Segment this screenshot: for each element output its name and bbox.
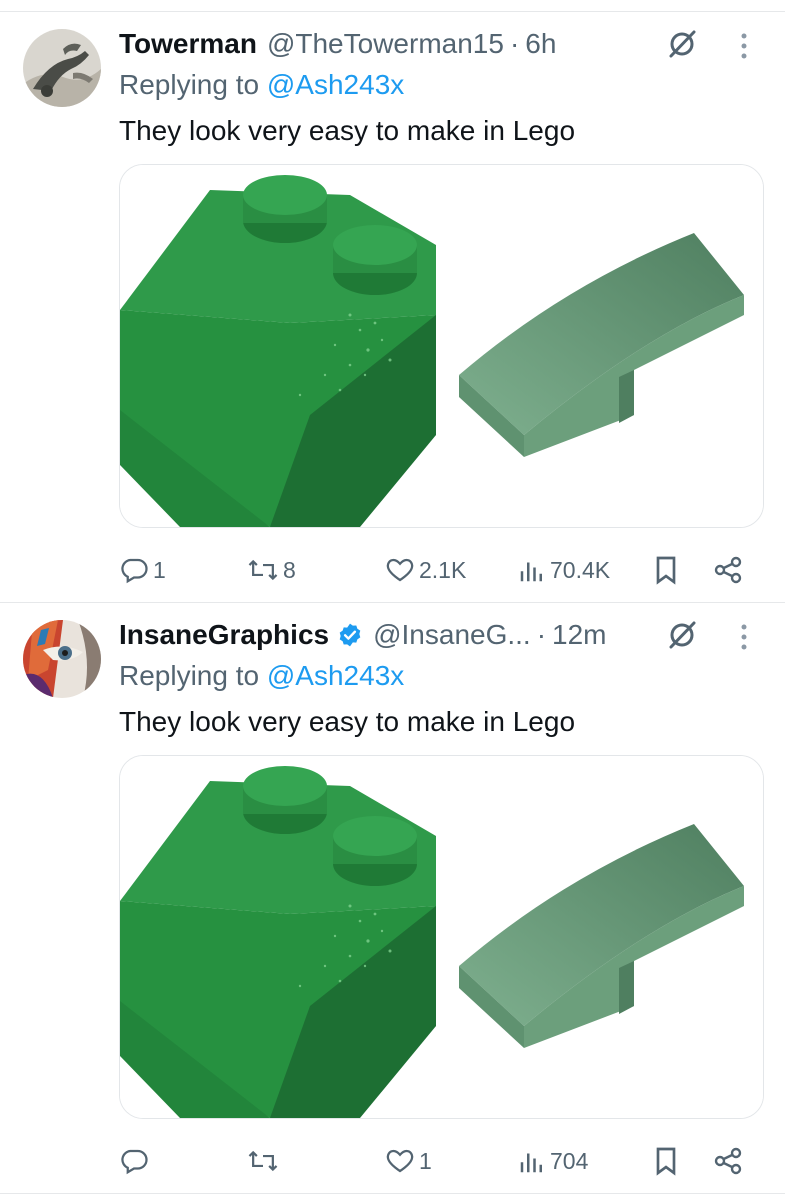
media-image-curved-tile[interactable]	[444, 756, 763, 1118]
avatar-insanegraphics[interactable]	[23, 620, 101, 698]
replying-to-line: Replying to @Ash243x	[119, 69, 404, 101]
tweet-header: InsaneGraphics @InsaneG... · 12m	[119, 618, 607, 652]
retweet-icon	[248, 559, 278, 581]
share-icon	[714, 556, 742, 584]
replying-to-line: Replying to @Ash243x	[119, 660, 404, 692]
media-image-curved-tile[interactable]	[444, 165, 763, 527]
media-image-slope-brick[interactable]	[120, 165, 436, 527]
author-handle[interactable]: @InsaneG...	[373, 619, 531, 651]
reply-mention-link[interactable]: @Ash243x	[267, 660, 404, 691]
reply-count: 1	[153, 556, 166, 583]
retweet-button[interactable]	[247, 1139, 283, 1183]
share-button[interactable]	[712, 548, 744, 592]
bookmark-icon	[656, 1147, 676, 1176]
grok-icon[interactable]	[667, 620, 697, 650]
replying-label: Replying to	[119, 660, 260, 691]
timestamp[interactable]: 6h	[525, 28, 556, 60]
views-button[interactable]: 704	[518, 1139, 588, 1183]
author-handle[interactable]: @TheTowerman15	[267, 28, 504, 60]
media-gap	[436, 756, 444, 1118]
action-bar: 1 704	[0, 1139, 785, 1183]
media-gap	[436, 165, 444, 527]
views-chart-icon	[520, 1153, 542, 1173]
tweet-media[interactable]	[119, 164, 764, 528]
author-name[interactable]: InsaneGraphics	[119, 619, 329, 651]
like-count: 1	[419, 1147, 432, 1174]
replying-label: Replying to	[119, 69, 260, 100]
tweet-media[interactable]	[119, 755, 764, 1119]
retweet-button[interactable]: 8	[247, 548, 296, 592]
views-count: 704	[550, 1147, 589, 1174]
reply-button[interactable]: 1	[119, 548, 166, 592]
share-icon	[714, 1147, 742, 1175]
retweet-icon	[248, 1150, 278, 1172]
bookmark-icon	[656, 556, 676, 585]
share-button[interactable]	[712, 1139, 744, 1183]
like-count: 2.1K	[419, 556, 467, 583]
timestamp[interactable]: 12m	[552, 619, 606, 651]
heart-icon	[386, 1149, 414, 1173]
author-name[interactable]: Towerman	[119, 28, 257, 60]
views-count: 70.4K	[550, 556, 611, 583]
media-image-slope-brick[interactable]	[120, 756, 436, 1118]
tweet-header: Towerman @TheTowerman15 · 6h	[119, 27, 556, 61]
more-vertical-icon[interactable]	[738, 623, 750, 651]
bottom-divider	[0, 1193, 785, 1194]
views-chart-icon	[520, 562, 542, 582]
grok-icon[interactable]	[667, 29, 697, 59]
reply-button[interactable]	[119, 1139, 153, 1183]
tweet-1[interactable]: Towerman @TheTowerman15 · 6h Replying to…	[0, 12, 785, 602]
separator-dot: ·	[536, 619, 547, 650]
reply-icon	[121, 1149, 148, 1175]
tweet-2[interactable]: InsaneGraphics @InsaneG... · 12m Replyin…	[0, 603, 785, 1193]
verified-badge-icon	[339, 623, 361, 647]
views-button[interactable]: 70.4K	[518, 548, 610, 592]
like-button[interactable]: 1	[385, 1139, 432, 1183]
more-vertical-icon[interactable]	[738, 32, 750, 60]
separator-dot: ·	[509, 28, 520, 59]
avatar-towerman[interactable]	[23, 29, 101, 107]
reply-icon	[121, 558, 148, 584]
tweet-text: They look very easy to make in Lego	[119, 706, 576, 737]
bookmark-button[interactable]	[652, 548, 680, 592]
bookmark-button[interactable]	[652, 1139, 680, 1183]
action-bar: 1 8 2.1K 70.4K	[0, 548, 785, 592]
retweet-count: 8	[283, 556, 296, 583]
tweet-text: They look very easy to make in Lego	[119, 115, 576, 146]
like-button[interactable]: 2.1K	[385, 548, 466, 592]
reply-mention-link[interactable]: @Ash243x	[267, 69, 404, 100]
heart-icon	[386, 558, 414, 582]
